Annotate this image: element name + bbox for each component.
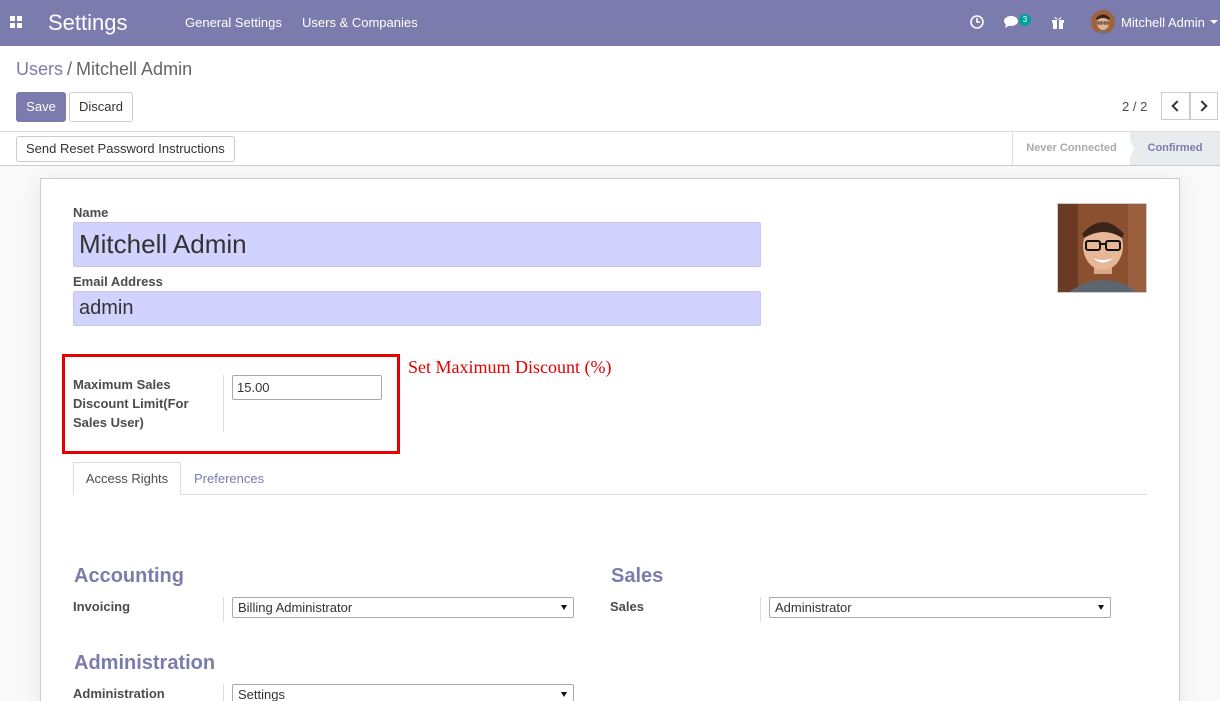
top-navbar: Settings General Settings Users & Compan… [0,0,1220,46]
user-menu[interactable]: Mitchell Admin [1121,15,1205,30]
administration-label: Administration [73,686,165,701]
save-button[interactable]: Save [16,92,66,122]
stage-arrow [1126,132,1134,165]
discount-limit-input[interactable]: 15.00 [232,375,382,400]
name-field[interactable]: Mitchell Admin [73,222,761,267]
chevron-left-icon [1171,100,1183,112]
stage-confirmed[interactable]: Confirmed [1130,132,1220,165]
discard-button[interactable]: Discard [69,92,133,122]
email-label: Email Address [73,274,163,289]
invoicing-label: Invoicing [73,599,131,614]
pager-previous-button[interactable] [1161,92,1190,120]
control-panel: Users / Mitchell Admin Save Discard 2 / 2 [0,46,1220,132]
stage-never-connected[interactable]: Never Connected [1012,132,1130,165]
field-separator [760,597,761,622]
administration-group-title: Administration [74,652,216,674]
discount-limit-label: Maximum Sales Discount Limit(For Sales U… [73,377,189,430]
email-field[interactable]: admin [73,291,761,326]
dropdown-caret-icon [561,605,567,610]
breadcrumb-separator: / [67,59,73,79]
invoicing-select[interactable]: Billing Administrator [232,597,574,618]
chevron-right-icon [1196,100,1208,112]
app-title[interactable]: Settings [48,10,128,36]
dropdown-caret-icon [1098,605,1104,610]
menu-users-companies[interactable]: Users & Companies [302,15,418,30]
breadcrumb-current: Mitchell Admin [76,59,193,79]
field-separator [223,375,224,432]
tab-preferences[interactable]: Preferences [194,471,264,486]
administration-select[interactable]: Settings [232,684,574,701]
breadcrumb-users[interactable]: Users [16,59,63,79]
sales-group-title: Sales [611,565,664,587]
field-separator [223,597,224,622]
statusbar: Send Reset Password Instructions Never C… [0,132,1220,166]
user-avatar[interactable] [1091,10,1115,34]
send-reset-password-button[interactable]: Send Reset Password Instructions [16,136,235,162]
tab-access-rights[interactable]: Access Rights [73,462,181,495]
menu-general-settings[interactable]: General Settings [185,15,282,30]
name-label: Name [73,205,109,220]
dropdown-caret-icon [561,692,567,697]
sales-select[interactable]: Administrator [769,597,1111,618]
accounting-group-title: Accounting [74,565,184,587]
user-photo[interactable] [1057,203,1147,293]
invoicing-select-value: Billing Administrator [238,600,353,615]
annotation-text: Set Maximum Discount (%) [408,357,612,377]
chat-badge: 3 [1019,14,1031,26]
caret-down-icon[interactable] [1210,20,1218,24]
field-separator [223,684,224,701]
sales-select-value: Administrator [775,600,852,615]
sales-label: Sales [610,599,644,614]
pager-value[interactable]: 2 / 2 [1122,99,1147,114]
tabs-divider [73,494,1147,495]
administration-select-value: Settings [238,687,285,701]
pager-next-button[interactable] [1190,92,1218,120]
gift-icon[interactable] [1048,12,1068,32]
breadcrumb: Users / Mitchell Admin [16,59,192,80]
apps-menu-icon[interactable] [10,16,22,28]
clock-icon[interactable] [967,12,987,32]
